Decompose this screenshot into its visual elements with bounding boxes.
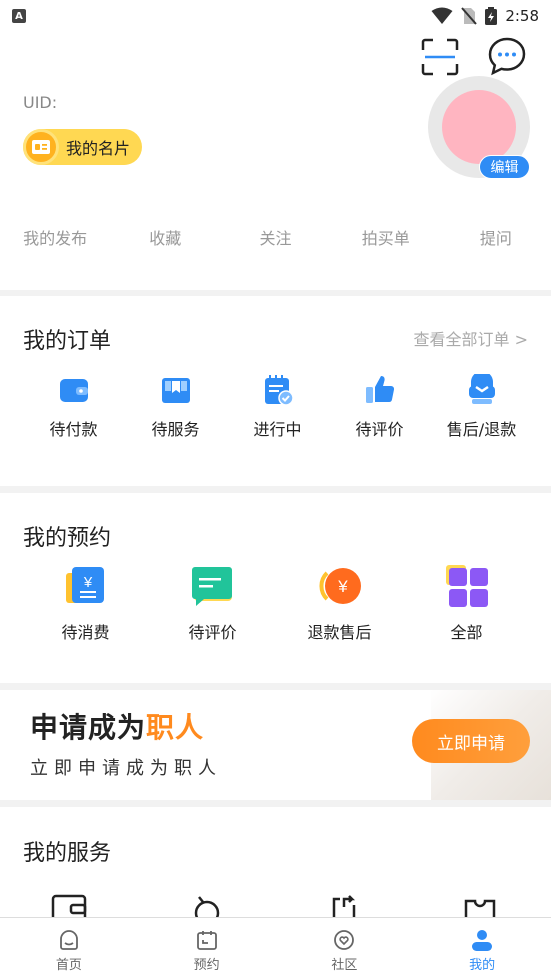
appointment-item-label: 待消费: [61, 623, 110, 642]
service-refund-icon: [468, 374, 495, 404]
appointment-refund-after-sales[interactable]: ¥ 退款售后: [276, 565, 403, 643]
appointment-item-label: 退款售后: [307, 623, 372, 642]
clock: 2:58: [505, 7, 539, 25]
community-icon: [334, 930, 355, 950]
nav-appointments[interactable]: 预约: [138, 918, 276, 979]
appointment-item-label: 待评价: [188, 623, 237, 642]
appointments-title: 我的预约: [23, 526, 112, 551]
my-card-label: 我的名片: [66, 139, 131, 158]
status-bar: A 2:58: [0, 0, 551, 32]
nav-label: 我的: [469, 958, 496, 973]
order-pending-service[interactable]: 待服务: [125, 374, 226, 440]
edit-profile-button[interactable]: 编辑: [479, 155, 530, 179]
notification-a-icon: A: [12, 9, 26, 23]
chat-review-icon: [191, 567, 232, 606]
message-icon[interactable]: [487, 36, 527, 76]
tab-questions[interactable]: 提问: [441, 225, 551, 249]
order-item-label: 待评价: [355, 420, 404, 439]
tab-my-posts[interactable]: 我的发布: [0, 225, 110, 249]
nav-mine[interactable]: 我的: [413, 918, 551, 979]
my-card-button[interactable]: 我的名片: [23, 129, 142, 165]
banner-title-highlight: 职人: [146, 711, 205, 744]
view-all-orders-link[interactable]: 查看全部订单 >: [414, 326, 529, 350]
apply-now-button[interactable]: 立即申请: [412, 719, 530, 763]
order-item-label: 待付款: [49, 420, 98, 439]
appointment-pending-consumption[interactable]: ¥ 待消费: [22, 565, 149, 643]
order-item-label: 待服务: [151, 420, 200, 439]
order-in-progress[interactable]: 进行中: [227, 374, 328, 440]
order-item-label: 进行中: [253, 420, 302, 439]
nav-community[interactable]: 社区: [276, 918, 414, 979]
orders-section: 我的订单 查看全部订单 > 待付款 待服务 进行中 待评价 售后/退款: [0, 296, 551, 486]
gift-box-icon: [161, 378, 190, 403]
nav-label: 预约: [193, 958, 220, 973]
bottom-navigation: 首页 预约 社区 我的: [0, 917, 551, 979]
order-after-sales[interactable]: 售后/退款: [431, 374, 532, 440]
services-title: 我的服务: [23, 841, 112, 866]
banner-subtitle: 立即申请成为职人: [30, 758, 222, 779]
scan-icon[interactable]: [421, 38, 459, 76]
banner-title-main: 申请成为: [30, 711, 147, 744]
yen-bill-icon: ¥: [65, 567, 104, 603]
tab-favorites[interactable]: 收藏: [110, 225, 220, 249]
no-sim-icon: [461, 7, 478, 25]
become-pro-banner[interactable]: 申请成为职人 立即申请成为职人 立即申请: [0, 690, 551, 800]
uid-label: UID:: [23, 93, 58, 112]
order-pending-review[interactable]: 待评价: [329, 374, 430, 440]
avatar: [442, 90, 516, 164]
appointment-all[interactable]: 全部: [403, 565, 530, 643]
nav-label: 社区: [331, 958, 358, 973]
id-card-icon: [23, 129, 59, 165]
order-item-label: 售后/退款: [446, 420, 517, 439]
profile-header: UID: 我的名片 编辑 我的发布 收藏 关注 拍买单 提问: [0, 32, 551, 290]
yen-coin-refund-icon: ¥: [319, 568, 361, 604]
grid-all-icon: [445, 565, 488, 607]
wallet-icon: [59, 379, 88, 402]
appointment-item-label: 全部: [450, 623, 483, 642]
banner-title: 申请成为职人: [30, 706, 204, 746]
appointment-pending-review[interactable]: 待评价: [149, 565, 276, 643]
notepad-check-icon: [264, 375, 294, 406]
calendar-icon: [196, 931, 217, 950]
profile-tabs: 我的发布 收藏 关注 拍买单 提问: [0, 225, 551, 249]
battery-icon: [485, 7, 498, 25]
order-status-row: 待付款 待服务 进行中 待评价 售后/退款: [0, 374, 551, 440]
order-pending-payment[interactable]: 待付款: [23, 374, 124, 440]
tab-purchase-orders[interactable]: 拍买单: [331, 225, 441, 249]
wifi-icon: [431, 7, 453, 24]
svg-text:¥: ¥: [337, 577, 348, 596]
nav-home[interactable]: 首页: [0, 918, 138, 979]
orders-title: 我的订单: [23, 329, 112, 354]
nav-label: 首页: [55, 958, 82, 973]
profile-icon: [472, 930, 493, 951]
home-icon: [59, 930, 78, 950]
thumbs-up-icon: [365, 376, 394, 403]
appointment-status-row: ¥ 待消费 待评价 ¥ 退款售后 全部: [22, 565, 530, 643]
appointments-section: 我的预约 ¥ 待消费 待评价 ¥ 退款售后 全部: [0, 493, 551, 683]
profile-page: A 2:58 UID: 我的名片 编辑 我的发布 收藏 关注 拍买单 提问 我的…: [0, 0, 551, 979]
tab-following[interactable]: 关注: [220, 225, 330, 249]
svg-text:¥: ¥: [82, 574, 92, 591]
